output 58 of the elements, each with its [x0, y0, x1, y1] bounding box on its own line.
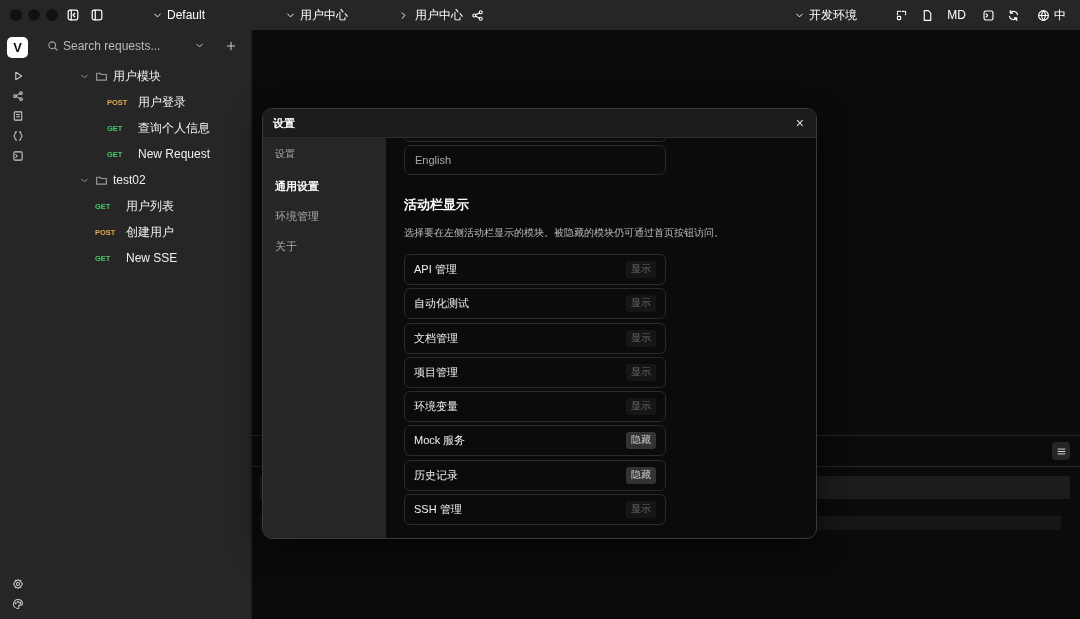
refresh-icon[interactable]	[1007, 8, 1020, 22]
settings-icon[interactable]	[11, 578, 24, 590]
layout-icon[interactable]	[895, 8, 909, 22]
request-label[interactable]: 用户列表	[126, 197, 174, 215]
section-title: 活动栏显示	[404, 197, 470, 214]
request-label[interactable]: 用户登录	[138, 93, 186, 111]
visibility-toggle[interactable]: 显示	[626, 398, 656, 416]
language-button[interactable]: 中	[1037, 6, 1066, 24]
folder-label[interactable]: test02	[113, 173, 146, 187]
document-icon[interactable]	[11, 110, 24, 122]
nav-item[interactable]: 环境管理	[275, 201, 374, 231]
nav-item[interactable]: 通用设置	[275, 171, 374, 201]
module-label: API 管理	[414, 262, 457, 277]
language-field[interactable]: English	[404, 145, 666, 175]
close-button[interactable]: ×	[793, 115, 806, 131]
nav-heading: 设置	[275, 148, 296, 161]
nav-item[interactable]: 关于	[275, 231, 374, 261]
folder-label[interactable]: 用户模块	[113, 67, 161, 85]
module-label: 历史记录	[414, 467, 458, 483]
globe-icon	[1037, 8, 1050, 22]
search-icon	[47, 39, 59, 52]
app-logo[interactable]: V	[7, 37, 28, 58]
request-label[interactable]: 查询个人信息	[138, 119, 210, 137]
visibility-toggle[interactable]: 隐藏	[626, 432, 656, 450]
dialog-title: 设置	[273, 115, 296, 131]
share-icon[interactable]	[11, 90, 24, 102]
collapse-icon[interactable]	[66, 8, 80, 22]
search-field[interactable]: Search requests...	[47, 38, 188, 53]
request-label[interactable]: 创建用户	[126, 223, 174, 241]
palette-icon[interactable]	[11, 598, 24, 610]
section-description: 选择要在左侧活动栏显示的模块。被隐藏的模块仍可通过首页按钮访问。	[404, 226, 725, 240]
request-label[interactable]: New Request	[138, 147, 211, 161]
share-icon[interactable]	[471, 8, 485, 22]
visibility-toggle[interactable]: 隐藏	[626, 466, 656, 484]
environment-dropdown[interactable]: 开发环境	[794, 6, 858, 24]
project-dropdown[interactable]: 用户中心	[285, 6, 349, 24]
visibility-toggle[interactable]: 显示	[626, 261, 656, 278]
braces-icon[interactable]	[11, 130, 24, 142]
visibility-toggle[interactable]: 显示	[626, 329, 656, 347]
module-label: 项目管理	[414, 364, 458, 380]
module-label: 文档管理	[414, 330, 458, 346]
add-button[interactable]	[225, 39, 237, 52]
visibility-toggle[interactable]: 显示	[626, 295, 656, 313]
terminal-icon[interactable]	[11, 150, 24, 162]
module-label: Mock 服务	[414, 433, 466, 449]
menu-button[interactable]	[1052, 442, 1070, 460]
request-label[interactable]: New SSE	[126, 251, 178, 265]
module-label: SSH 管理	[414, 502, 462, 518]
visibility-toggle[interactable]: 显示	[626, 501, 656, 519]
module-label: 自动化测试	[414, 296, 469, 312]
sidebar-icon[interactable]	[90, 8, 104, 22]
visibility-toggle[interactable]: 显示	[626, 363, 656, 381]
workspace-dropdown[interactable]: Default	[152, 8, 206, 22]
module-label: 环境变量	[414, 399, 458, 415]
markdown-button[interactable]: MD	[947, 8, 966, 22]
menu-icon	[1055, 445, 1067, 457]
plus-icon	[225, 39, 237, 52]
breadcrumb: 用户中心	[415, 6, 464, 24]
